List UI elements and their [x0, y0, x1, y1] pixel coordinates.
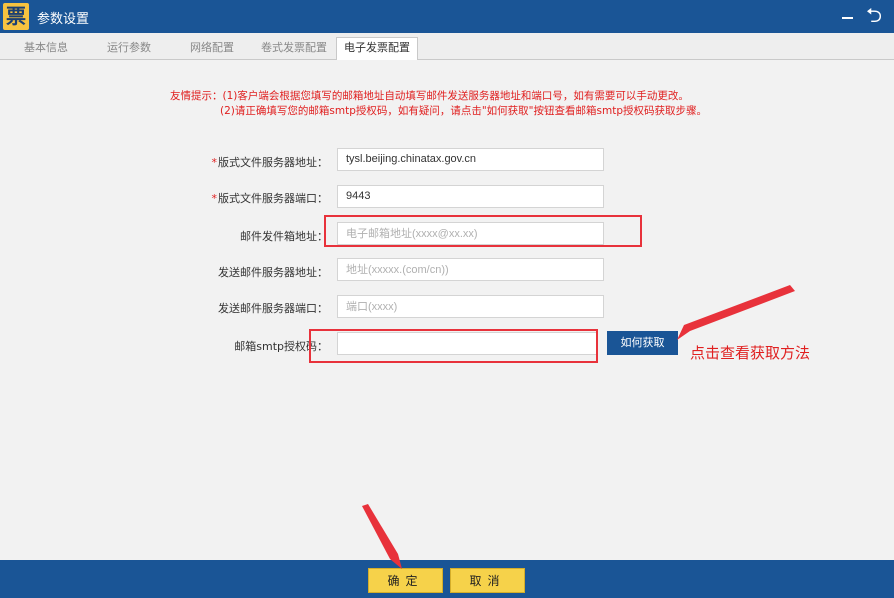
arrow-to-confirm-button — [362, 504, 402, 569]
arrow-to-how-button — [677, 285, 795, 340]
annotation-arrows — [362, 285, 795, 569]
